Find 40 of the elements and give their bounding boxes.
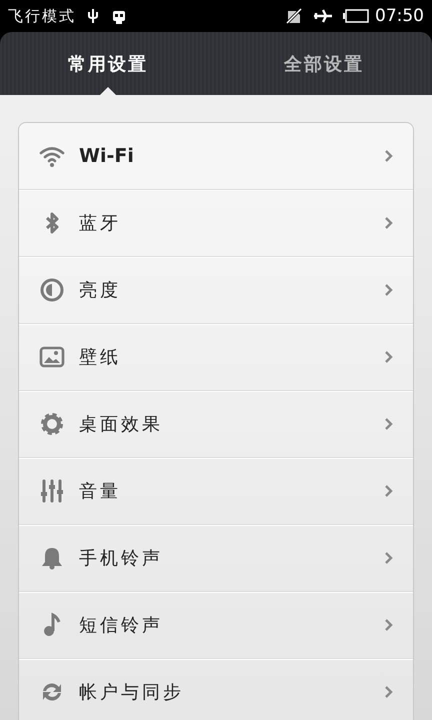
brightness-icon — [39, 277, 65, 303]
item-label: 蓝牙 — [79, 212, 122, 235]
usb-icon — [86, 8, 100, 24]
settings-item[interactable]: 壁纸 — [19, 324, 413, 391]
settings-item[interactable]: 亮度 — [19, 257, 413, 324]
item-label: 亮度 — [79, 279, 122, 302]
clock-text: 07:50 — [375, 6, 424, 26]
item-label: 短信铃声 — [79, 614, 164, 637]
chevron-icon — [384, 216, 393, 230]
desktop-icon — [39, 411, 65, 437]
tab[interactable]: 全部设置 — [216, 32, 432, 95]
chevron-icon — [384, 350, 393, 364]
battery-icon — [343, 9, 369, 23]
chevron-icon — [384, 149, 393, 163]
volume-icon — [39, 478, 65, 504]
airplane-icon — [313, 9, 333, 23]
settings-item[interactable]: Wi-Fi — [19, 123, 413, 190]
chevron-icon — [384, 551, 393, 565]
chevron-icon — [384, 417, 393, 431]
settings-item[interactable]: 音量 — [19, 458, 413, 525]
ringtone-icon — [39, 545, 65, 571]
chevron-icon — [384, 685, 393, 699]
item-label: 音量 — [79, 480, 122, 503]
chevron-icon — [384, 484, 393, 498]
item-label: 手机铃声 — [79, 547, 164, 570]
no-sim-icon — [285, 8, 303, 24]
item-label: 帐户与同步 — [79, 681, 185, 704]
item-label: 桌面效果 — [79, 413, 164, 436]
settings-item[interactable]: 桌面效果 — [19, 391, 413, 458]
settings-item[interactable]: 帐户与同步 — [19, 659, 413, 720]
item-label: Wi-Fi — [79, 145, 135, 167]
settings-item[interactable]: 短信铃声 — [19, 592, 413, 659]
chevron-icon — [384, 618, 393, 632]
tab[interactable]: 常用设置 — [0, 32, 216, 95]
item-label: 壁纸 — [79, 346, 122, 369]
chevron-icon — [384, 283, 393, 297]
settings-item[interactable]: 蓝牙 — [19, 190, 413, 257]
wallpaper-icon — [39, 344, 65, 370]
notification-text: 飞行模式 — [8, 6, 76, 26]
settings-item[interactable]: 手机铃声 — [19, 525, 413, 592]
